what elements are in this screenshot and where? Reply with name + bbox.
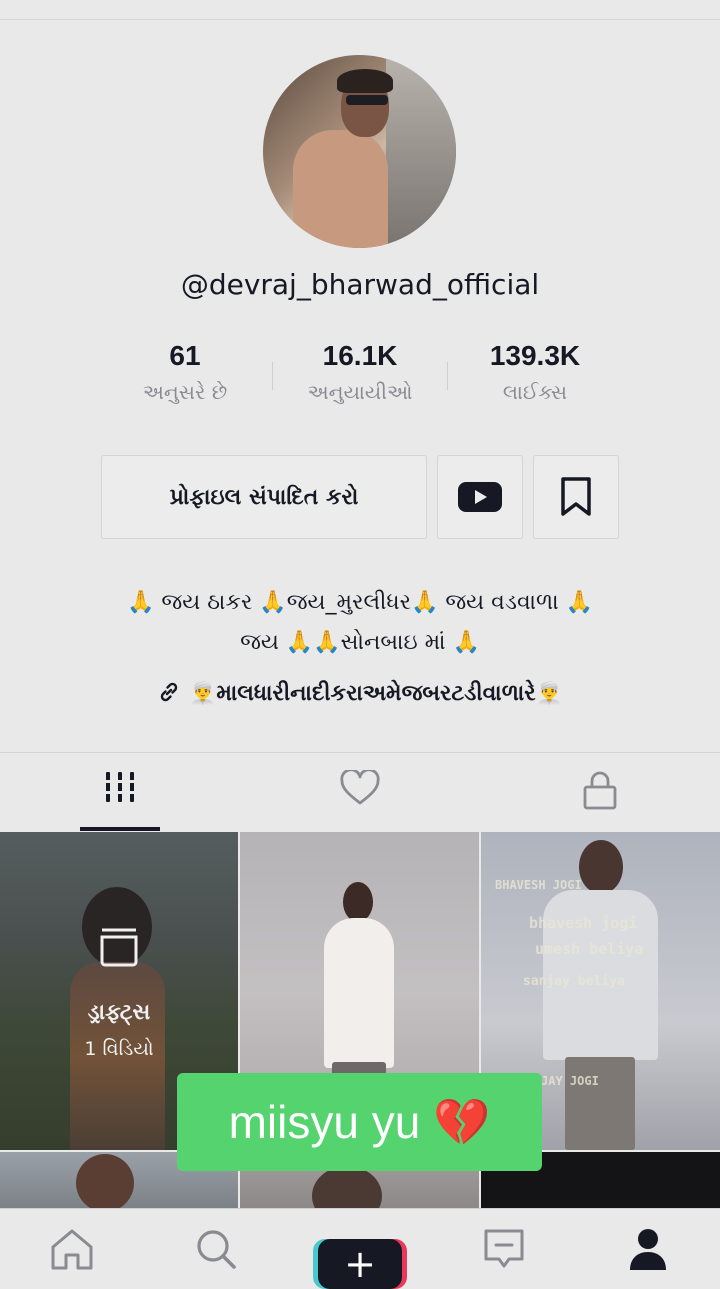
stat-followers-value: 16.1K: [322, 340, 398, 371]
stat-divider: [447, 362, 448, 390]
nav-home[interactable]: [0, 1227, 144, 1271]
private-lock-icon: [583, 771, 617, 810]
nav-profile[interactable]: [576, 1227, 720, 1271]
thumbnail-figure: [76, 1154, 134, 1208]
overlay-text: umesh beliya: [535, 940, 644, 958]
avatar[interactable]: [263, 55, 456, 248]
stat-following-label: અનુસરે છે: [142, 380, 228, 404]
top-bar: [0, 0, 720, 20]
avatar-shirt: [293, 130, 388, 248]
overlay-text: bhavesh jogi: [529, 914, 638, 932]
caption-sticker: miisyu yu 💔: [177, 1073, 542, 1171]
bio-link[interactable]: 👳‍♂️માલધારીનાદીકરાઅમેજબરટડીવાળારે👳‍♂️: [0, 680, 720, 706]
bottom-nav: +: [0, 1208, 720, 1289]
overlay-text: BHAVESH JOGI: [495, 878, 582, 892]
create-plus-icon: +: [344, 1242, 376, 1286]
stat-following[interactable]: 61 અનુસરે છે: [125, 340, 245, 404]
stat-likes-value: 139.3K: [489, 340, 581, 371]
youtube-button[interactable]: [437, 455, 523, 539]
stat-divider: [272, 362, 273, 390]
tabs-divider: [0, 752, 720, 753]
profile-icon: [630, 1229, 666, 1270]
drafts-icon: [100, 928, 138, 967]
videos-grid-icon: [104, 772, 136, 802]
home-icon: [51, 1229, 93, 1270]
avatar-glasses: [346, 95, 388, 105]
avatar-background: [386, 55, 456, 248]
caption-text: miisyu yu 💔: [228, 1095, 491, 1148]
edit-profile-button[interactable]: પ્રોફાઇલ સંપાદિત કરો: [101, 455, 427, 539]
overlay-text: sanjay beliya: [523, 974, 625, 989]
thumbnail-figure: [312, 1166, 382, 1208]
create-button[interactable]: +: [318, 1239, 402, 1289]
avatar-hair: [337, 69, 393, 93]
stat-followers-label: અનુયાયીઓ: [307, 380, 413, 404]
bookmark-icon: [561, 477, 591, 516]
bio-line: 🙏 જય ઠાકર 🙏જય_મુરલીધર🙏 જય વડવાળા 🙏: [127, 590, 593, 615]
active-tab-indicator: [80, 827, 160, 831]
bio-line: જય 🙏🙏સોનબાઇ માં 🙏: [240, 630, 480, 655]
drafts-count: 1 વિડિયો: [84, 1038, 154, 1060]
stat-likes-label: લાઈક્સ: [502, 380, 568, 404]
search-icon: [197, 1230, 236, 1269]
profile-username: @devraj_bharwad_official: [180, 268, 540, 301]
youtube-icon: [458, 482, 502, 512]
saved-button[interactable]: [533, 455, 619, 539]
thumbnail-figure: [579, 840, 623, 894]
stat-following-value: 61: [169, 340, 201, 371]
nav-inbox[interactable]: [432, 1227, 576, 1271]
drafts-label: ડ્રાફ્ટ્સ: [87, 1000, 151, 1025]
tab-videos[interactable]: [0, 770, 240, 830]
link-icon: [160, 682, 178, 702]
tab-private[interactable]: [480, 770, 720, 830]
thumbnail-figure-pants: [565, 1057, 635, 1150]
stat-likes[interactable]: 139.3K લાઈક્સ: [465, 340, 605, 404]
stat-followers[interactable]: 16.1K અનુયાયીઓ: [290, 340, 430, 404]
liked-heart-icon: [340, 770, 380, 805]
tab-liked[interactable]: [240, 770, 480, 830]
thumbnail-figure-shirt: [324, 918, 394, 1068]
bio-link-text: 👳‍♂️માલધારીનાદીકરાઅમેજબરટડીવાળારે👳‍♂️: [188, 681, 564, 706]
nav-discover[interactable]: [144, 1227, 288, 1271]
overlay-text: JAY JOGI: [541, 1074, 599, 1088]
thumbnail-figure: [343, 882, 373, 922]
inbox-icon: [484, 1229, 524, 1268]
